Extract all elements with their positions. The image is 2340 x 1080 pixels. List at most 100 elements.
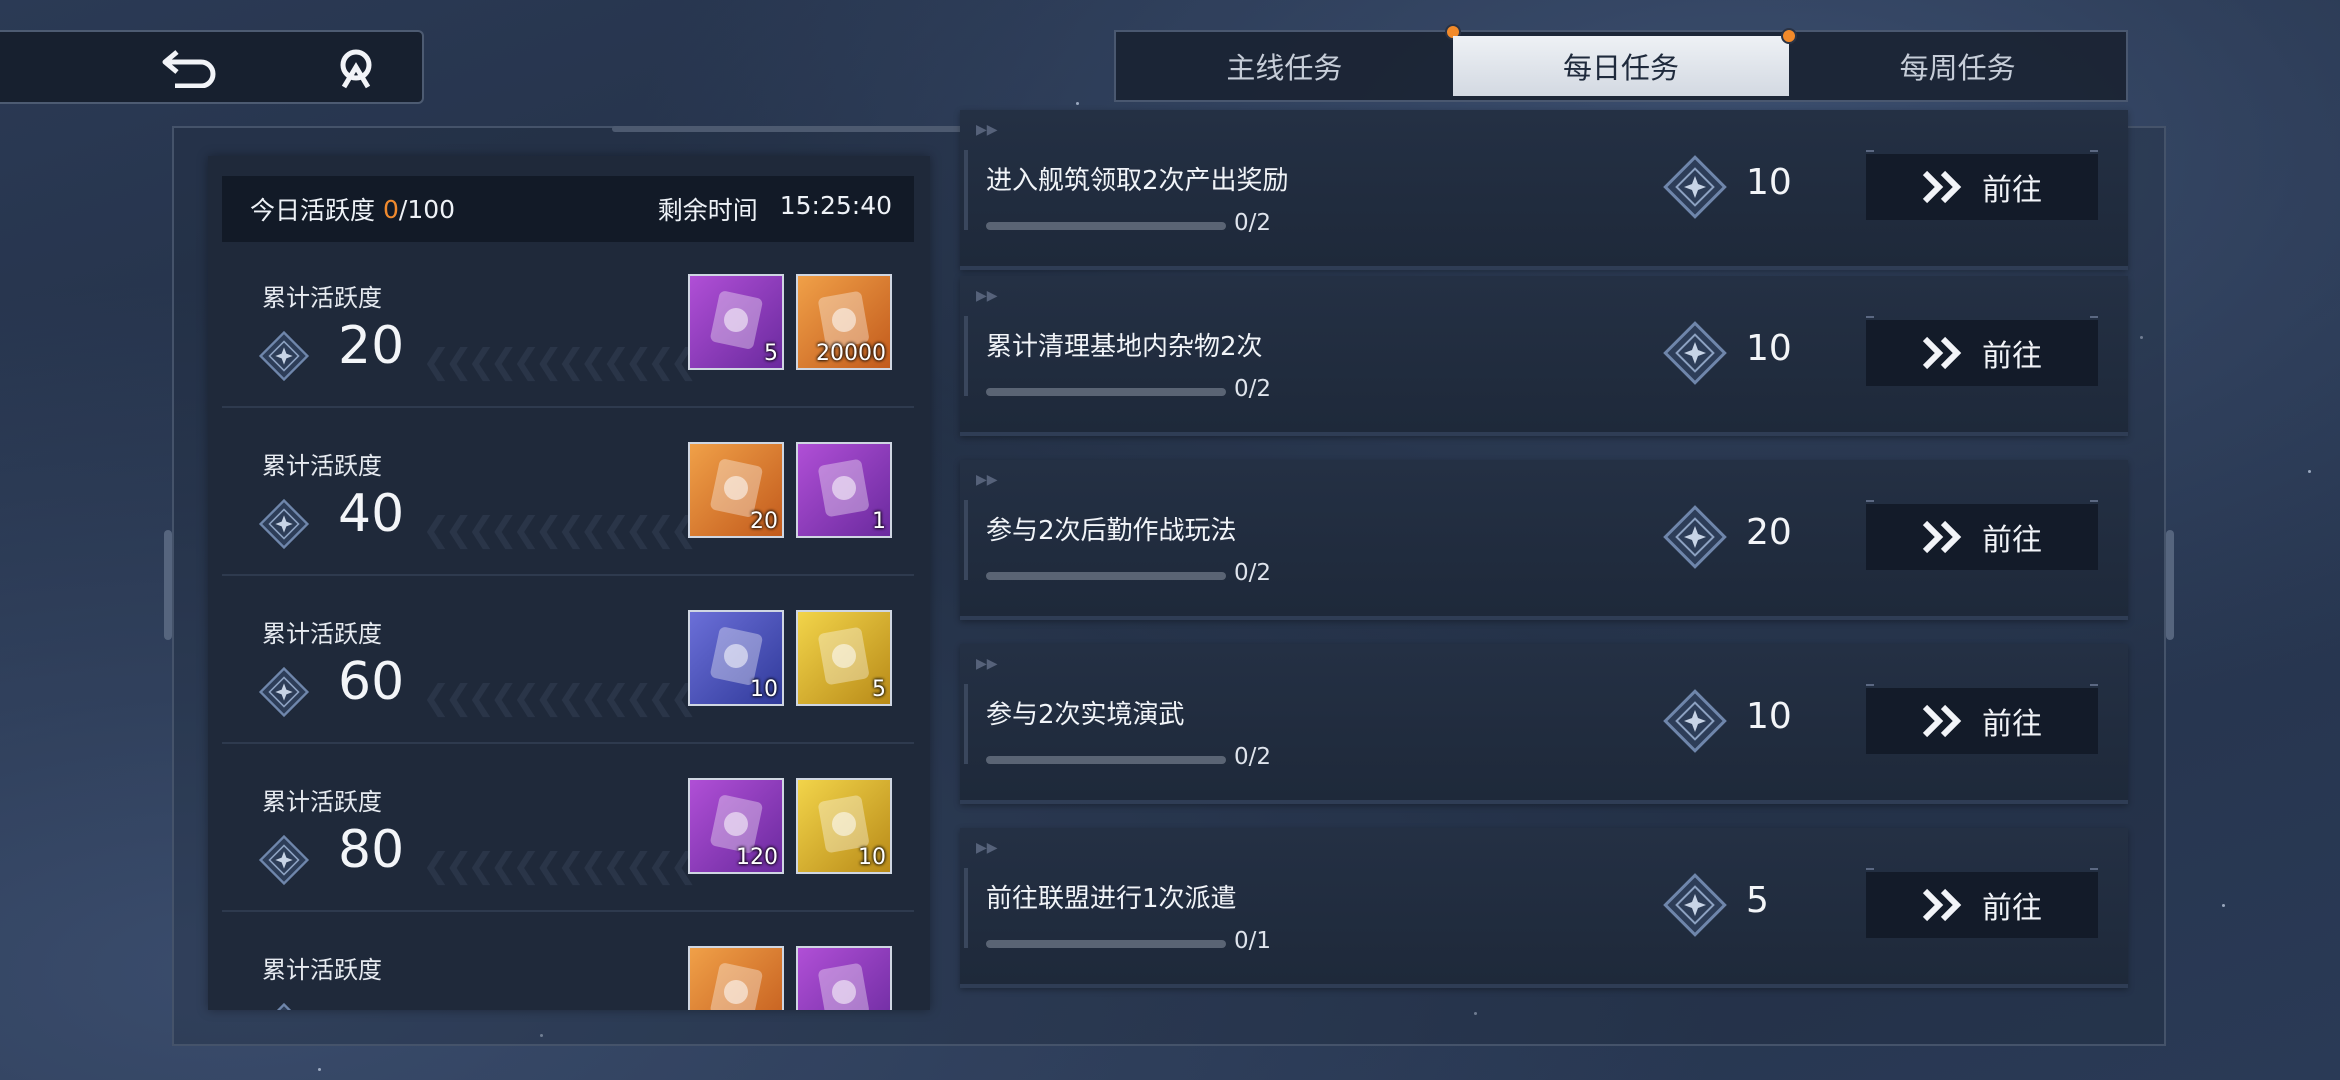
double-chevron-icon	[1922, 704, 1962, 738]
task-accent-bar	[964, 868, 968, 948]
task-card: ▶▶ 前往联盟进行1次派遣 0/1 5 前往	[960, 828, 2128, 988]
reward-item[interactable]: 20000	[796, 274, 892, 370]
task-marker-icon: ▶▶	[976, 288, 998, 304]
reward-count: 20	[750, 509, 778, 534]
home-button[interactable]	[330, 46, 382, 90]
task-accent-bar	[964, 316, 968, 396]
reward-item[interactable]: 5	[796, 610, 892, 706]
reward-item[interactable]	[688, 946, 784, 1010]
home-icon	[340, 49, 372, 89]
task-title: 参与2次实境演武	[986, 700, 1185, 730]
reward-item[interactable]	[796, 946, 892, 1010]
tab-daily-quests[interactable]: 每日任务	[1452, 28, 1798, 96]
milestone-row: 累计活跃度 20 ❮❮❮❮❮❮❮❮❮❮❮❮ 5 20000	[222, 242, 914, 408]
task-marker-icon: ▶▶	[976, 472, 998, 488]
task-progress-bar	[986, 572, 1226, 580]
remaining-time: 15:25:40	[779, 191, 892, 220]
task-reward-value: 20	[1746, 512, 1792, 553]
task-card: ▶▶ 参与2次后勤作战玩法 0/2 20 前往	[960, 460, 2128, 620]
tab-label: 主线任务	[1226, 51, 1343, 85]
activity-point-icon	[1663, 321, 1727, 385]
left-edge-handle	[164, 530, 172, 640]
reward-item[interactable]: 120	[688, 778, 784, 874]
activity-point-icon	[1663, 689, 1727, 753]
go-button-label: 前往	[1982, 523, 2042, 558]
go-button[interactable]: 前往	[1866, 684, 2098, 754]
reward-item[interactable]: 10	[688, 610, 784, 706]
back-button[interactable]	[158, 46, 222, 90]
reward-item[interactable]: 1	[796, 442, 892, 538]
reward-count: 1	[872, 509, 886, 534]
tab-label: 每周任务	[1899, 51, 2016, 85]
chevron-pattern-icon: ❮❮❮❮❮❮❮❮❮❮❮❮	[422, 846, 698, 886]
task-accent-bar	[964, 500, 968, 580]
reward-item[interactable]: 10	[796, 778, 892, 874]
task-title: 参与2次后勤作战玩法	[986, 516, 1237, 546]
milestone-row: 累计活跃度 60 ❮❮❮❮❮❮❮❮❮❮❮❮ 10 5	[222, 578, 914, 744]
reward-item[interactable]: 5	[688, 274, 784, 370]
task-reward-value: 5	[1746, 880, 1769, 921]
task-progress-text: 0/2	[1234, 376, 1272, 402]
task-accent-bar	[964, 684, 968, 764]
reward-count: 10	[858, 845, 886, 870]
task-reward-value: 10	[1746, 162, 1792, 203]
milestone-row: 累计活跃度 40 ❮❮❮❮❮❮❮❮❮❮❮❮ 20 1	[222, 410, 914, 576]
chevron-pattern-icon: ❮❮❮❮❮❮❮❮❮❮❮❮	[422, 678, 698, 718]
milestone-label: 累计活跃度	[262, 956, 382, 984]
reward-count: 5	[764, 341, 778, 366]
reward-count: 20000	[816, 341, 886, 366]
go-button[interactable]: 前往	[1866, 316, 2098, 386]
task-progress-text: 0/2	[1234, 744, 1272, 770]
task-title: 前往联盟进行1次派遣	[986, 884, 1237, 914]
activity-point-icon	[1663, 505, 1727, 569]
double-chevron-icon	[1922, 888, 1962, 922]
chevron-pattern-icon: ❮❮❮❮❮❮❮❮❮❮❮❮	[422, 342, 698, 382]
task-tabs: 主线任务 每日任务 每周任务	[1114, 24, 2128, 102]
tab-weekly-quests[interactable]: 每周任务	[1789, 32, 2126, 100]
right-edge-handle	[2166, 530, 2174, 640]
double-chevron-icon	[1922, 170, 1962, 204]
task-reward-value: 10	[1746, 696, 1792, 737]
back-arrow-icon	[162, 50, 216, 88]
go-button-label: 前往	[1982, 339, 2042, 374]
task-card: ▶▶ 累计清理基地内杂物2次 0/2 10 前往	[960, 276, 2128, 436]
milestone-value: 80	[338, 820, 405, 880]
chevron-pattern-icon: ❮❮❮❮❮❮❮❮❮❮❮❮	[422, 510, 698, 550]
reward-count: 5	[872, 677, 886, 702]
go-button-label: 前往	[1982, 707, 2042, 742]
activity-panel[interactable]: 今日活跃度 0 /100 剩余时间 15:25:40 累计活跃度 20 ❮❮❮❮…	[208, 156, 930, 1010]
activity-point-icon	[1663, 155, 1727, 219]
activity-point-icon	[258, 666, 310, 718]
task-progress-bar	[986, 388, 1226, 396]
milestone-label: 累计活跃度	[262, 620, 382, 648]
task-title: 累计清理基地内杂物2次	[986, 332, 1263, 362]
task-progress-bar	[986, 756, 1226, 764]
double-chevron-icon	[1922, 336, 1962, 370]
reward-item[interactable]: 20	[688, 442, 784, 538]
reward-count: 120	[736, 845, 778, 870]
go-button[interactable]: 前往	[1866, 868, 2098, 938]
task-card: ▶▶ 进入舰筑领取2次产出奖励 0/2 10 前往	[960, 110, 2128, 270]
task-progress-bar	[986, 222, 1226, 230]
milestone-label: 累计活跃度	[262, 284, 382, 312]
go-button-label: 前往	[1982, 173, 2042, 208]
task-progress-text: 0/2	[1234, 560, 1272, 586]
task-marker-icon: ▶▶	[976, 840, 998, 856]
go-button[interactable]: 前往	[1866, 500, 2098, 570]
activity-total: /100	[398, 194, 456, 224]
task-reward-value: 10	[1746, 328, 1792, 369]
activity-header: 今日活跃度 0 /100 剩余时间 15:25:40	[222, 176, 914, 242]
go-button-label: 前往	[1982, 891, 2042, 926]
reward-count: 10	[750, 677, 778, 702]
activity-point-icon	[258, 1002, 310, 1010]
task-accent-bar	[964, 150, 968, 230]
tab-label: 每日任务	[1563, 51, 1680, 85]
go-button[interactable]: 前往	[1866, 150, 2098, 220]
activity-point-icon	[1663, 873, 1727, 937]
milestone-row: 累计活跃度 ❮❮❮❮❮❮❮❮❮❮❮❮	[222, 914, 914, 1010]
task-progress-text: 0/1	[1234, 928, 1272, 954]
task-progress-bar	[986, 940, 1226, 948]
top-nav-bar	[0, 30, 424, 104]
tab-main-quests[interactable]: 主线任务	[1116, 24, 1461, 100]
milestone-label: 累计活跃度	[262, 452, 382, 480]
